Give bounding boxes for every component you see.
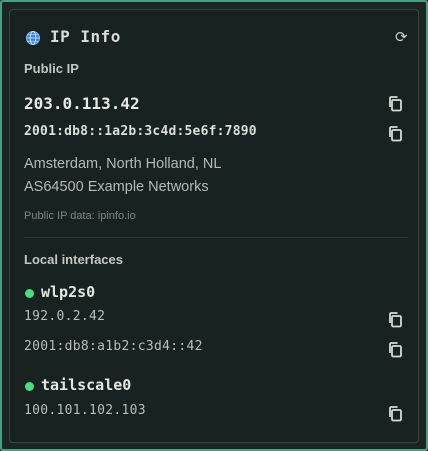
section-divider: [24, 237, 408, 238]
copy-address-icon[interactable]: [387, 341, 403, 358]
public-ip-source-note: Public IP data: ipinfo.io: [24, 210, 136, 222]
public-ipv6: 2001:db8::1a2b:3c4d:5e6f:7890: [24, 124, 257, 139]
interface-address: 192.0.2.42: [24, 309, 106, 324]
public-org: AS64500 Example Networks: [24, 179, 209, 195]
panel-title: IP Info: [50, 27, 121, 46]
public-location: Amsterdam, North Holland, NL: [24, 156, 222, 172]
public-ip-heading: Public IP: [24, 61, 79, 76]
interface-address: 100.101.102.103: [24, 403, 146, 418]
ip-info-panel: IP Info ⟳ Public IP 203.0.113.42 2001:db…: [9, 9, 419, 443]
interface-name-wlp2s0: wlp2s0: [41, 283, 96, 301]
status-dot: [25, 382, 34, 391]
refresh-icon[interactable]: ⟳: [395, 28, 408, 46]
local-interfaces-heading: Local interfaces: [24, 252, 123, 267]
status-dot: [25, 289, 34, 298]
copy-address-icon[interactable]: [387, 311, 403, 328]
interface-name-tailscale0: tailscale0: [41, 376, 132, 394]
window-frame: IP Info ⟳ Public IP 203.0.113.42 2001:db…: [0, 0, 428, 451]
copy-ipv4-icon[interactable]: [387, 95, 403, 112]
copy-address-icon[interactable]: [387, 405, 403, 422]
copy-ipv6-icon[interactable]: [387, 125, 403, 142]
interface-address: 2001:db8:a1b2:c3d4::42: [24, 339, 203, 354]
public-ipv4: 203.0.113.42: [24, 94, 140, 113]
globe-icon: [26, 31, 40, 45]
